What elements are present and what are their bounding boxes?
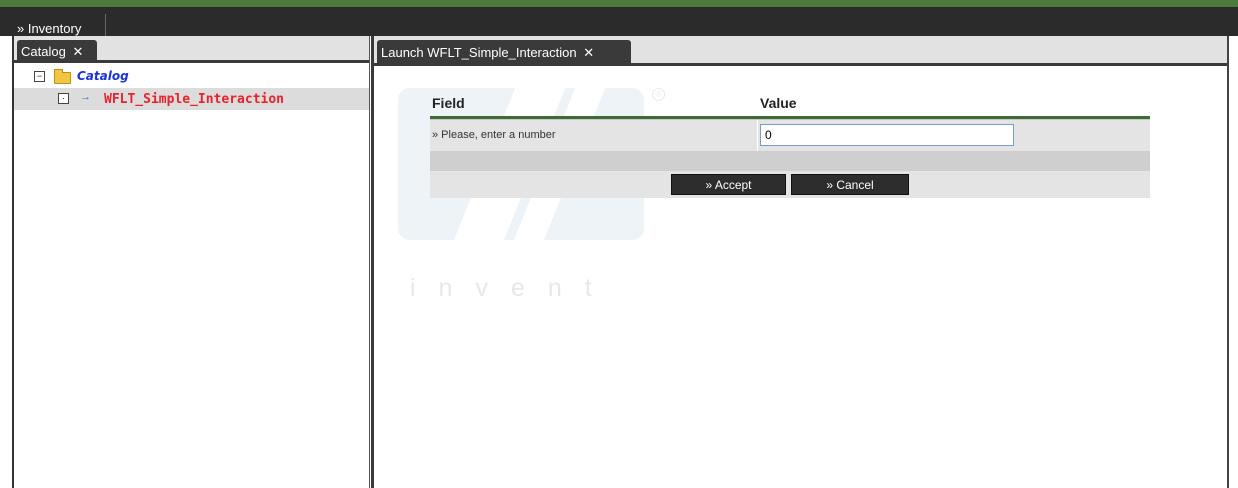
folder-icon (54, 69, 71, 84)
frame-right-edge (1227, 36, 1229, 488)
top-bar: » Inventory (0, 0, 1238, 43)
leaf-toggle-icon: · (58, 93, 69, 104)
number-field-label: » Please, enter a number (432, 129, 556, 141)
cancel-button[interactable]: » Cancel (791, 174, 909, 195)
tab-launch-wflt[interactable]: Launch WFLT_Simple_Interaction ✕ (377, 40, 631, 66)
header-value: Value (760, 95, 797, 111)
tree-node-catalog[interactable]: − Catalog (14, 66, 369, 88)
number-input[interactable] (760, 124, 1014, 146)
accept-button[interactable]: » Accept (671, 174, 786, 195)
form-button-row: » Accept » Cancel (430, 171, 1150, 198)
cell-divider (757, 120, 758, 151)
launch-panel: Launch WFLT_Simple_Interaction ✕ ® inven… (371, 36, 1227, 488)
collapse-toggle-icon[interactable]: − (34, 71, 45, 82)
close-icon[interactable]: ✕ (583, 45, 594, 60)
tab-launch-label: Launch WFLT_Simple_Interaction (381, 45, 577, 60)
catalog-tabbar: Catalog ✕ (14, 36, 369, 63)
catalog-tree: − Catalog · → WFLT_Simple_Interaction (14, 66, 369, 110)
form-row-number: » Please, enter a number (430, 119, 1150, 151)
header-field: Field (432, 95, 465, 111)
catalog-panel: Catalog ✕ − Catalog · → WFLT_Simple_Inte… (14, 36, 370, 488)
tab-catalog-label: Catalog (21, 44, 66, 59)
close-icon[interactable]: ✕ (72, 44, 83, 59)
form-spacer-row (430, 151, 1150, 171)
launch-tabbar: Launch WFLT_Simple_Interaction ✕ (374, 36, 1227, 66)
form-header-row: Field Value (430, 90, 1150, 119)
tab-catalog[interactable]: Catalog ✕ (17, 40, 97, 63)
interaction-form: Field Value » Please, enter a number » A… (430, 90, 1150, 198)
tree-node-catalog-label[interactable]: Catalog (77, 69, 129, 83)
invent-watermark-text: invent (410, 274, 615, 302)
tree-node-wflt-simple-interaction[interactable]: · → WFLT_Simple_Interaction (14, 88, 369, 110)
arrow-right-icon: → (80, 91, 91, 103)
tree-node-wflt-label[interactable]: WFLT_Simple_Interaction (104, 92, 284, 107)
